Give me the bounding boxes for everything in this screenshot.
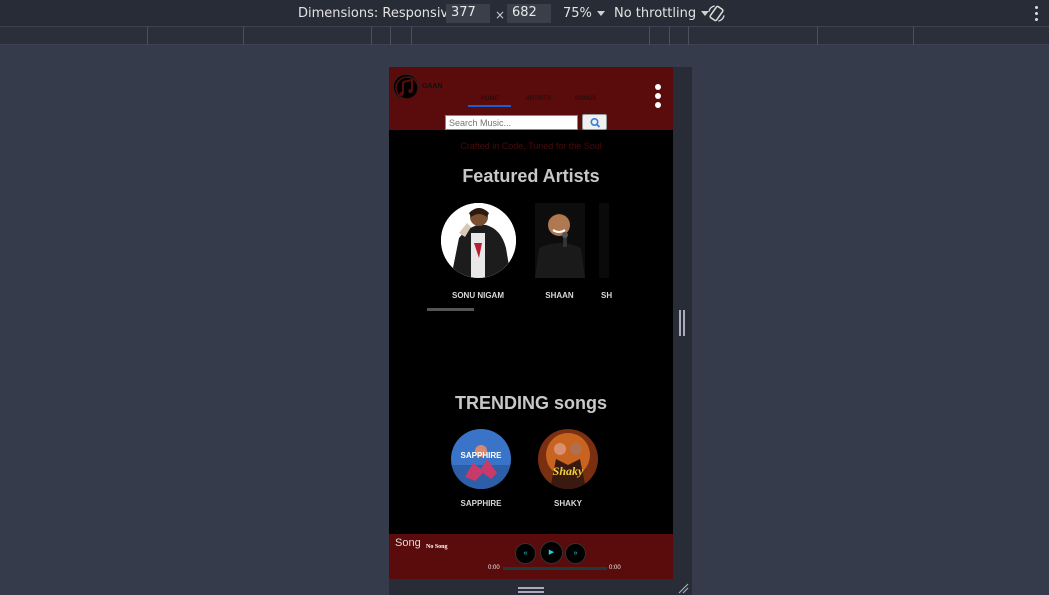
dimensions-label: Dimensions: Responsive <box>298 6 457 21</box>
play-button[interactable]: ▶ <box>540 541 563 564</box>
current-time: 0:00 <box>488 565 500 571</box>
devtools-toolbar: Dimensions: Responsive 377 × 682 75% No … <box>0 0 1049 27</box>
chevron-down-icon <box>596 11 605 16</box>
now-playing-title: No Song <box>426 544 448 550</box>
resize-handle-horizontal[interactable] <box>679 310 685 336</box>
next-button[interactable]: » <box>565 543 586 564</box>
duration: 0:00 <box>609 565 621 571</box>
search-input[interactable] <box>445 115 578 130</box>
trending-songs-title: TRENDING songs <box>454 393 607 413</box>
throttling-label: No throttling <box>614 6 697 21</box>
song-name: SHAKY <box>553 499 582 508</box>
nav-home[interactable]: HOME <box>468 96 511 107</box>
more-options-icon[interactable] <box>1035 6 1039 24</box>
featured-artists-title: Featured Artists <box>462 166 600 186</box>
song-image-broken: Song <box>395 537 421 549</box>
search-icon <box>590 117 601 128</box>
song-cover: Shaky <box>538 429 598 489</box>
times-separator: × <box>495 8 506 22</box>
device-viewport: GAAN HOME ARTISTS SONGS Crafted in Code,… <box>389 67 673 579</box>
artist-card[interactable]: SHAAN <box>517 203 602 300</box>
song-card[interactable]: Shaky SHAKY <box>528 429 608 508</box>
search-button[interactable] <box>582 114 607 130</box>
music-note-logo-icon[interactable] <box>393 74 419 100</box>
resize-corner-icon[interactable] <box>677 582 689 594</box>
logo-text: GAAN <box>422 83 443 90</box>
music-player-bar: Song No Song « ▶ » 0:00 0:00 <box>389 534 673 579</box>
height-input[interactable]: 682 <box>507 4 551 23</box>
progress-bar[interactable] <box>503 567 607 570</box>
artist-name: SONU NIGAM <box>452 291 504 300</box>
artists-carousel[interactable]: SONU NIGAM SHAAN SH <box>427 203 624 303</box>
artist-name: SH <box>601 291 613 300</box>
zoom-label: 75% <box>563 6 592 21</box>
kebab-menu-icon[interactable] <box>655 84 661 111</box>
artist-photo <box>599 203 609 278</box>
song-name: SAPPHIRE <box>460 499 502 508</box>
media-query-ruler[interactable] <box>0 27 1049 45</box>
main-nav: HOME ARTISTS SONGS <box>468 96 609 107</box>
tagline: Crafted in Code, Tuned for the Soul <box>460 141 602 151</box>
artist-name: SHAAN <box>545 291 574 300</box>
rotate-icon[interactable] <box>707 4 726 23</box>
resize-handle-vertical[interactable] <box>518 587 544 593</box>
nav-songs[interactable]: SONGS <box>562 96 609 107</box>
artist-card[interactable]: SONU NIGAM <box>439 203 517 300</box>
dimensions-dropdown[interactable]: Dimensions: Responsive <box>298 6 470 21</box>
throttling-dropdown[interactable]: No throttling <box>614 6 710 21</box>
carousel-scrollbar[interactable] <box>427 308 474 311</box>
artist-card[interactable]: SH <box>599 203 624 300</box>
zoom-dropdown[interactable]: 75% <box>563 6 605 21</box>
svg-text:Shaky: Shaky <box>553 464 584 478</box>
artist-photo <box>440 203 516 278</box>
song-card[interactable]: SAPPHIRE SAPPHIRE <box>441 429 521 508</box>
svg-text:SAPPHIRE: SAPPHIRE <box>461 451 503 460</box>
song-cover: SAPPHIRE <box>451 429 511 489</box>
nav-artists[interactable]: ARTISTS <box>515 96 562 107</box>
width-input[interactable]: 377 <box>446 4 490 23</box>
prev-button[interactable]: « <box>515 543 536 564</box>
artist-photo <box>534 203 585 278</box>
app-header: GAAN HOME ARTISTS SONGS <box>389 67 673 130</box>
